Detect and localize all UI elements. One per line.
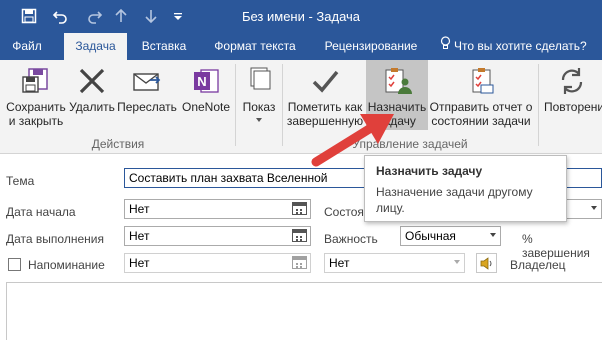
recurrence-icon [557, 66, 587, 96]
onenote-icon: N [191, 66, 221, 96]
chevron-down-icon [490, 233, 496, 237]
calendar-icon[interactable] [292, 256, 307, 269]
show-button[interactable]: Показ [238, 60, 280, 136]
title-bar: Без имени - Задача [0, 0, 602, 33]
reminder-time-select[interactable]: Нет [324, 253, 465, 273]
reminder-date-input[interactable]: Нет [124, 253, 311, 273]
group-separator [282, 64, 283, 146]
undo-icon[interactable] [50, 6, 70, 26]
delete-x-icon [77, 66, 107, 96]
send-status-label: Отправить отчет о состоянии задачи [429, 100, 533, 128]
reminder-checkbox[interactable] [8, 258, 21, 271]
priority-label: Важность [324, 232, 378, 246]
group-separator [235, 64, 236, 146]
owner-label: Владелец [510, 258, 566, 272]
show-icon [244, 64, 274, 94]
onenote-label: OneNote [181, 100, 231, 114]
checkmark-icon [310, 66, 340, 96]
customize-qat-icon[interactable] [168, 6, 188, 26]
recurrence-label: Повторени [544, 100, 602, 114]
reminder-time-value: Нет [329, 256, 350, 270]
priority-select[interactable]: Обычная [400, 226, 501, 246]
tab-task[interactable]: Задача [64, 33, 127, 60]
save-close-button[interactable]: Сохранить и закрыть [3, 60, 69, 136]
recurrence-button[interactable]: Повторени [541, 60, 602, 136]
ribbon-tabs: Файл Задача Вставка Формат текста Реценз… [0, 33, 602, 60]
save-icon[interactable] [19, 6, 39, 26]
status-report-icon [466, 66, 496, 96]
reminder-date-value: Нет [129, 256, 150, 270]
due-date-label: Дата выполнения [6, 232, 104, 246]
percent-complete-label: % завершения [522, 232, 590, 260]
start-date-input[interactable]: Нет [124, 199, 311, 219]
task-body-editor[interactable] [6, 282, 602, 340]
chevron-down-icon [454, 260, 460, 264]
reminder-label: Напоминание [28, 258, 105, 272]
calendar-icon[interactable] [292, 229, 307, 242]
tab-format-text[interactable]: Формат текста [203, 33, 307, 60]
tooltip-body: Назначение задачи другому лицу. [376, 185, 533, 215]
down-arrow-icon[interactable] [141, 6, 161, 26]
forward-label: Переслать [117, 100, 177, 114]
tab-review[interactable]: Рецензирование [315, 33, 427, 60]
delete-label: Удалить [69, 100, 115, 114]
redo-icon[interactable] [85, 6, 105, 26]
up-arrow-icon[interactable] [111, 6, 131, 26]
start-date-label: Дата начала [6, 205, 76, 219]
delete-button[interactable]: Удалить [69, 60, 115, 136]
priority-value: Обычная [405, 229, 456, 243]
forward-button[interactable]: Переслать [115, 60, 179, 136]
calendar-icon[interactable] [292, 202, 307, 215]
tab-file[interactable]: Файл [6, 33, 48, 60]
onenote-button[interactable]: N OneNote [179, 60, 233, 136]
due-date-input[interactable]: Нет [124, 226, 311, 246]
subject-value: Составить план захвата Вселенной [129, 171, 328, 185]
assign-task-icon [382, 66, 412, 96]
group-label-actions: Действия [91, 137, 145, 151]
tell-me-box[interactable]: Что вы хотите сделать? [440, 33, 600, 60]
show-dropdown-icon [256, 118, 262, 122]
chevron-down-icon [591, 206, 597, 210]
due-date-value: Нет [129, 229, 150, 243]
save-close-icon [21, 66, 51, 96]
speaker-icon [480, 257, 494, 273]
red-arrow-annotation [311, 114, 394, 167]
svg-text:N: N [197, 74, 206, 89]
tell-me-text: Что вы хотите сделать? [454, 39, 587, 53]
tab-insert[interactable]: Вставка [135, 33, 193, 60]
status-select[interactable] [562, 199, 602, 219]
lightbulb-icon [440, 33, 451, 60]
save-close-label: Сохранить и закрыть [6, 100, 66, 128]
start-date-value: Нет [129, 202, 150, 216]
sound-button[interactable] [476, 253, 497, 273]
group-separator [538, 64, 539, 146]
subject-label: Тема [6, 174, 35, 188]
show-label: Показ [242, 100, 276, 114]
send-status-button[interactable]: Отправить отчет о состоянии задачи [428, 60, 534, 136]
forward-envelope-icon [132, 66, 162, 96]
